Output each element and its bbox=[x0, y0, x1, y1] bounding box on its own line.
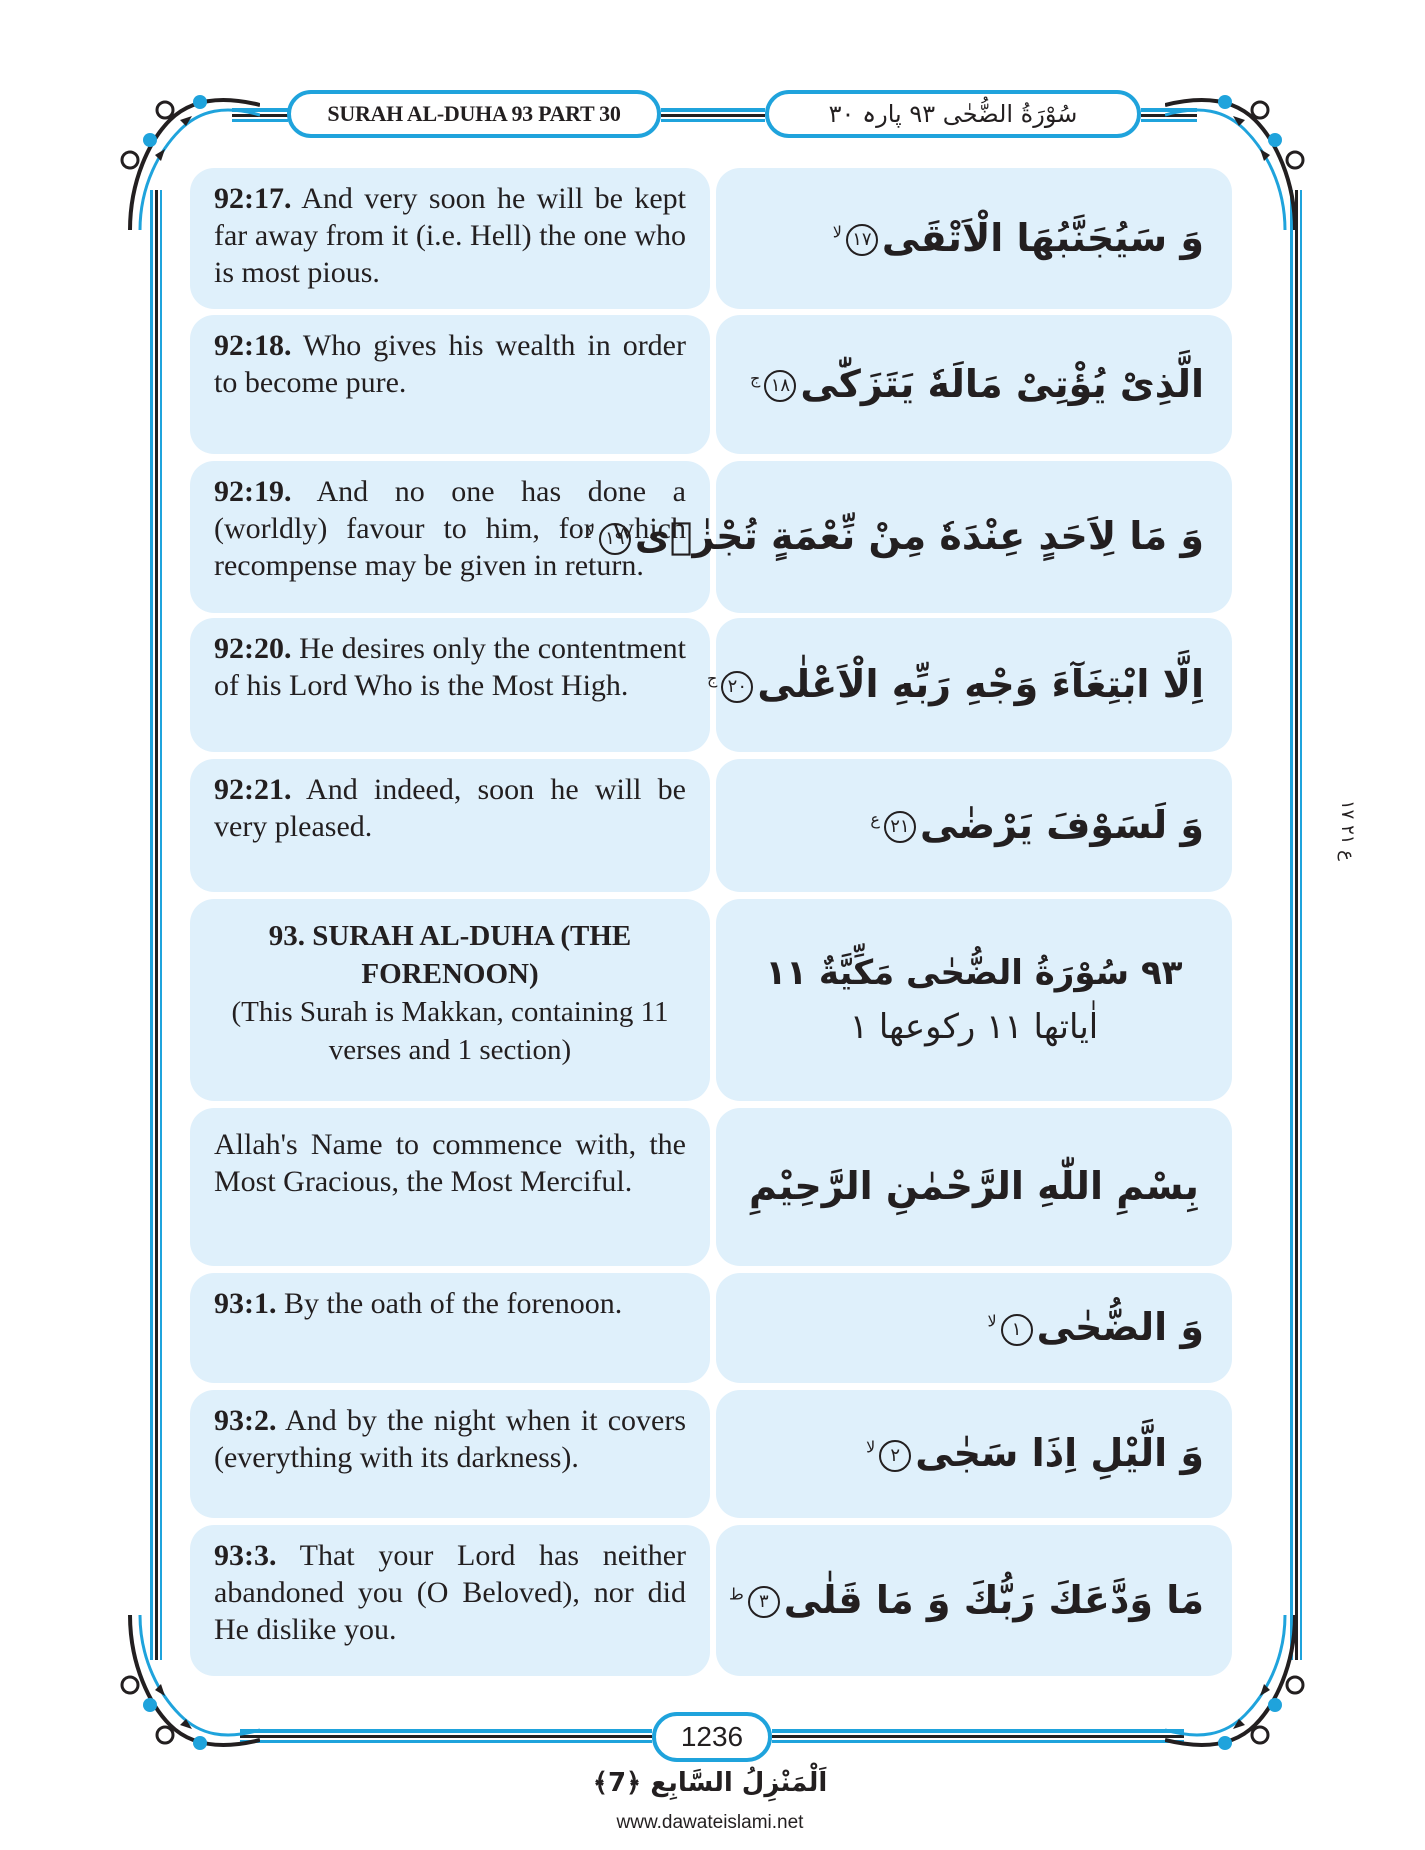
verse-arabic-text: وَ سَيُجَنَّبُهَا الْاَتْقَى bbox=[881, 215, 1204, 260]
ayah-number-marker: ١٧ bbox=[845, 224, 878, 257]
waqf-stop-mark: لا bbox=[585, 520, 595, 540]
surah-intro-english: 93. SURAH AL-DUHA (THE FORENOON) (This S… bbox=[190, 899, 710, 1101]
verse-translation-93-2: 93:2. And by the night when it covers (e… bbox=[190, 1390, 710, 1518]
waqf-stop-mark: لا bbox=[866, 1437, 876, 1457]
ayah-number-marker: ١٨ bbox=[764, 370, 797, 403]
surah-arabic-info: اٰیاتها ۱۱ ركوعها ۱ bbox=[849, 1007, 1099, 1047]
verse-translation-92-21: 92:21. And indeed, soon he will be very … bbox=[190, 759, 710, 892]
verse-arabic-text: وَ الضُّحٰى bbox=[1036, 1305, 1204, 1350]
header-english-title-text: SURAH AL-DUHA 93 PART 30 bbox=[327, 101, 621, 126]
header-english-title: SURAH AL-DUHA 93 PART 30 bbox=[287, 90, 661, 138]
surah-info: (This Surah is Makkan, containing 11 ver… bbox=[231, 996, 669, 1066]
verse-ref: 92:17. bbox=[214, 182, 292, 215]
bismillah-translation: Allah's Name to commence with, the Most … bbox=[190, 1108, 710, 1266]
verse-translation-92-20: 92:20. He desires only the contentment o… bbox=[190, 618, 710, 752]
verse-arabic-text: وَ الَّیْلِ اِذَا سَجٰى bbox=[915, 1431, 1204, 1476]
verse-translation-93-1: 93:1. By the oath of the forenoon. bbox=[190, 1273, 710, 1383]
verse-english: And by the night when it covers (everyth… bbox=[214, 1404, 686, 1474]
waqf-stop-mark: ج bbox=[707, 668, 718, 688]
verse-english: By the oath of the forenoon. bbox=[284, 1287, 623, 1320]
verse-ref: 93:2. bbox=[214, 1404, 277, 1437]
frame-bottom-line-right bbox=[772, 1729, 1184, 1743]
frame-border-left bbox=[150, 190, 162, 1660]
waqf-stop-mark: لا bbox=[832, 222, 842, 242]
page-number: 1236 bbox=[680, 1721, 744, 1752]
verse-ref: 93:3. bbox=[214, 1539, 277, 1572]
verse-ref: 92:19. bbox=[214, 475, 292, 508]
verse-arabic-92-19: وَ مَا لِاَحَدٍ عِنْدَهٗ مِنْ نِّعْمَةٍ … bbox=[586, 461, 1232, 613]
surah-intro-arabic: ۹۳ سُوْرَةُ الضُّحٰى مَكِّيَّةٌ ۱۱ اٰیات… bbox=[716, 899, 1232, 1101]
verse-arabic-92-21: وَ لَسَوْفَ یَرْضٰى٢١ع bbox=[716, 759, 1232, 892]
waqf-stop-mark: ط bbox=[729, 1584, 744, 1604]
header-arabic-title: سُوْرَةُ الضُّحٰى ۹۳ پارہ ۳۰ bbox=[765, 90, 1141, 138]
ayah-number-marker: ٢ bbox=[879, 1439, 912, 1472]
page-number-badge: 1236 bbox=[652, 1712, 772, 1762]
frame-top-line-center bbox=[661, 108, 765, 122]
verse-arabic-92-17: وَ سَيُجَنَّبُهَا الْاَتْقَى١٧لا bbox=[716, 168, 1232, 309]
verse-arabic-text: وَ مَا لِاَحَدٍ عِنْدَهٗ مِنْ نِّعْمَةٍ … bbox=[634, 514, 1204, 559]
verse-translation-92-18: 92:18. Who gives his wealth in order to … bbox=[190, 315, 710, 454]
ruku-section-marker: ع ۲۱ ۱۷ bbox=[1337, 799, 1358, 861]
verse-english: That your Lord has neither abandoned you… bbox=[214, 1539, 686, 1646]
manzil-label: اَلْمَنْزِلُ السَّابِع ﴿7﴾ bbox=[592, 1768, 828, 1798]
waqf-stop-mark: ج bbox=[750, 368, 761, 388]
verse-arabic-92-18: الَّذِیْ یُؤْتِیْ مَالَهٗ یَتَزَكّٰى١٨ج bbox=[716, 315, 1232, 454]
verse-arabic-text: مَا وَدَّعَكَ رَبُّكَ وَ مَا قَلٰى bbox=[783, 1577, 1204, 1622]
surah-title: 93. SURAH AL-DUHA (THE FORENOON) bbox=[268, 920, 632, 990]
ayah-number-marker: ١٩ bbox=[598, 522, 631, 555]
verse-translation-92-17: 92:17. And very soon he will be kept far… bbox=[190, 168, 710, 309]
verse-arabic-text: وَ لَسَوْفَ یَرْضٰى bbox=[919, 802, 1204, 847]
frame-bottom-line-left bbox=[240, 1729, 652, 1743]
verse-ref: 92:20. bbox=[214, 632, 292, 665]
verse-arabic-93-3: مَا وَدَّعَكَ رَبُّكَ وَ مَا قَلٰى٣ط bbox=[716, 1525, 1232, 1676]
verse-arabic-93-1: وَ الضُّحٰى١لا bbox=[716, 1273, 1232, 1383]
ayah-number-marker: ٢١ bbox=[883, 811, 916, 844]
verse-arabic-text: الَّذِیْ یُؤْتِیْ مَالَهٗ یَتَزَكّٰى bbox=[800, 361, 1204, 406]
website-url: www.dawateislami.net bbox=[616, 1812, 804, 1833]
verse-arabic-text: اِلَّا ابْتِغَآءَ وَجْهِ رَبِّهِ الْاَعْ… bbox=[757, 662, 1204, 707]
waqf-stop-mark: ع bbox=[870, 809, 880, 829]
ayah-number-marker: ١ bbox=[1000, 1313, 1033, 1346]
ayah-number-marker: ٣ bbox=[747, 1586, 780, 1619]
verse-ref: 92:21. bbox=[214, 773, 292, 806]
verse-ref: 92:18. bbox=[214, 329, 292, 362]
frame-border-right bbox=[1290, 190, 1302, 1660]
verse-ref: 93:1. bbox=[214, 1287, 277, 1320]
ayah-number-marker: ٢٠ bbox=[721, 670, 754, 703]
bismillah-arabic-text: بِسْمِ اللّٰهِ الرَّحْمٰنِ الرَّحِیْمِ bbox=[749, 1164, 1199, 1209]
bismillah-arabic: بِسْمِ اللّٰهِ الرَّحْمٰنِ الرَّحِیْمِ bbox=[716, 1108, 1232, 1266]
waqf-stop-mark: لا bbox=[987, 1311, 997, 1331]
header-arabic-title-text: سُوْرَةُ الضُّحٰى ۹۳ پارہ ۳۰ bbox=[828, 100, 1078, 128]
bismillah-english: Allah's Name to commence with, the Most … bbox=[214, 1128, 686, 1198]
surah-arabic-title: ۹۳ سُوْرَةُ الضُّحٰى مَكِّيَّةٌ ۱۱ bbox=[765, 952, 1183, 993]
verse-arabic-92-20: اِلَّا ابْتِغَآءَ وَجْهِ رَبِّهِ الْاَعْ… bbox=[707, 618, 1232, 752]
verse-arabic-93-2: وَ الَّیْلِ اِذَا سَجٰى٢لا bbox=[716, 1390, 1232, 1518]
verse-translation-93-3: 93:3. That your Lord has neither abandon… bbox=[190, 1525, 710, 1676]
